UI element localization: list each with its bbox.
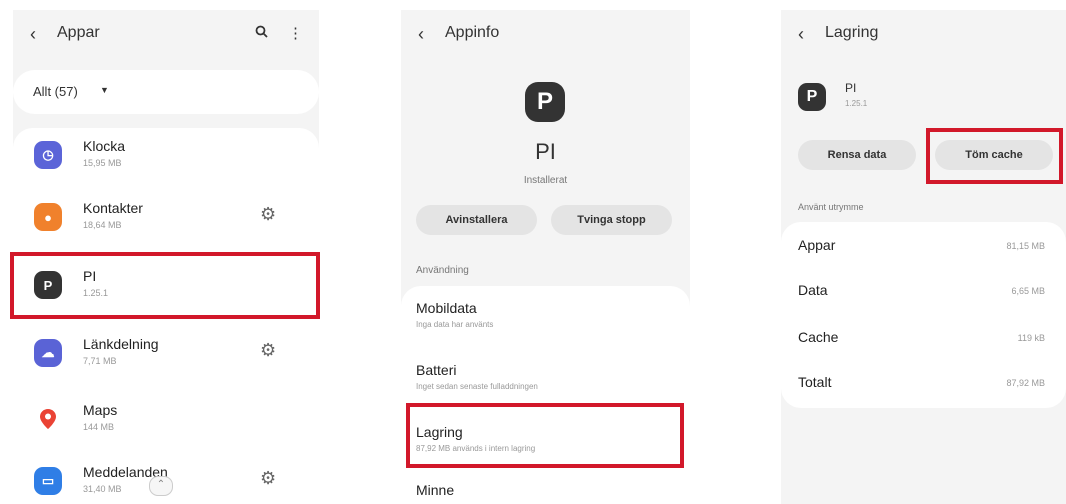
pi-app-icon: P — [798, 83, 826, 111]
row-label: Data — [798, 282, 828, 298]
row-value: 119 kB — [1017, 333, 1045, 343]
caret-down-icon: ▼ — [100, 85, 109, 95]
row-value: 6,65 MB — [1011, 286, 1045, 296]
top-bar: ‹ Appar ⋮ — [13, 10, 319, 58]
top-bar: ‹ Lagring — [781, 10, 1066, 58]
item-title: Minne — [416, 482, 455, 498]
row-value: 87,92 MB — [1006, 378, 1045, 388]
app-size: 144 MB — [83, 422, 115, 432]
clear-data-button[interactable]: Rensa data — [798, 140, 916, 170]
force-stop-button[interactable]: Tvinga stopp — [551, 205, 672, 235]
storage-row-cache: Cache 119 kB — [798, 329, 1053, 349]
gear-icon[interactable]: ⚙ — [260, 340, 276, 361]
maps-pin-icon — [34, 405, 62, 433]
highlight-pi-row — [10, 252, 320, 319]
battery-item[interactable]: Batteri Inget sedan senaste fulladdninge… — [416, 362, 538, 391]
memory-item[interactable]: Minne — [416, 482, 454, 498]
page-title: Appinfo — [445, 24, 500, 41]
app-size: 31,40 MB — [83, 484, 122, 494]
pi-app-icon: P — [525, 82, 565, 122]
app-name: PI — [535, 139, 556, 164]
app-name: Länkdelning — [83, 336, 159, 352]
more-options-icon[interactable]: ⋮ — [288, 25, 303, 42]
app-name: Maps — [83, 402, 118, 418]
back-chevron-icon[interactable]: ‹ — [30, 24, 36, 45]
row-label: Totalt — [798, 374, 832, 390]
collapse-icon[interactable]: ⌃ — [149, 476, 173, 496]
storage-row-total: Totalt 87,92 MB — [798, 374, 1053, 394]
storage-screen: ‹ Lagring P PI 1.25.1 Rensa data Töm cac… — [781, 10, 1066, 504]
uninstall-button[interactable]: Avinstallera — [416, 205, 537, 235]
section-label: Använt utrymme — [798, 202, 864, 212]
gear-icon[interactable]: ⚙ — [260, 468, 276, 489]
app-version: 1.25.1 — [845, 99, 868, 108]
app-size: 7,71 MB — [83, 356, 117, 366]
storage-row-data: Data 6,65 MB — [798, 282, 1053, 302]
item-subtitle: Inget sedan senaste fulladdningen — [416, 382, 538, 391]
clock-app-icon: ◷ — [34, 141, 62, 169]
app-name: Kontakter — [83, 200, 143, 216]
item-subtitle: Inga data har använts — [416, 320, 494, 329]
app-row-kontakter[interactable]: ● Kontakter 18,64 MB ⚙ — [13, 190, 319, 248]
item-title: Mobildata — [416, 300, 477, 316]
filter-dropdown[interactable]: Allt (57) ▼ — [13, 70, 319, 114]
page-title: Appar — [57, 24, 100, 41]
app-size: 18,64 MB — [83, 220, 122, 230]
top-bar: ‹ Appinfo — [401, 10, 690, 58]
back-chevron-icon[interactable]: ‹ — [418, 24, 424, 45]
storage-row-apps: Appar 81,15 MB — [798, 237, 1053, 257]
app-size: 15,95 MB — [83, 158, 122, 168]
section-label: Användning — [416, 265, 469, 276]
messages-app-icon: ▭ — [34, 467, 62, 495]
contacts-app-icon: ● — [34, 203, 62, 231]
app-row-klocka[interactable]: ◷ Klocka 15,95 MB — [13, 128, 319, 186]
app-name: PI — [845, 81, 857, 95]
gear-icon[interactable]: ⚙ — [260, 204, 276, 225]
search-icon[interactable] — [255, 25, 272, 42]
install-status: Installerat — [523, 175, 568, 186]
app-row-lankdelning[interactable]: ☁ Länkdelning 7,71 MB ⚙ — [13, 326, 319, 384]
back-chevron-icon[interactable]: ‹ — [798, 24, 804, 45]
highlight-storage-item — [406, 403, 684, 468]
row-label: Cache — [798, 329, 839, 345]
row-value: 81,15 MB — [1006, 241, 1045, 251]
item-title: Batteri — [416, 362, 457, 378]
row-label: Appar — [798, 237, 836, 253]
app-name: Klocka — [83, 138, 126, 154]
filter-label: Allt (57) — [33, 84, 78, 99]
highlight-clear-cache — [926, 128, 1063, 184]
link-sharing-app-icon: ☁ — [34, 339, 62, 367]
mobile-data-item[interactable]: Mobildata Inga data har använts — [416, 300, 493, 329]
page-title: Lagring — [825, 24, 879, 41]
app-row-maps[interactable]: Maps 144 MB — [13, 392, 319, 450]
